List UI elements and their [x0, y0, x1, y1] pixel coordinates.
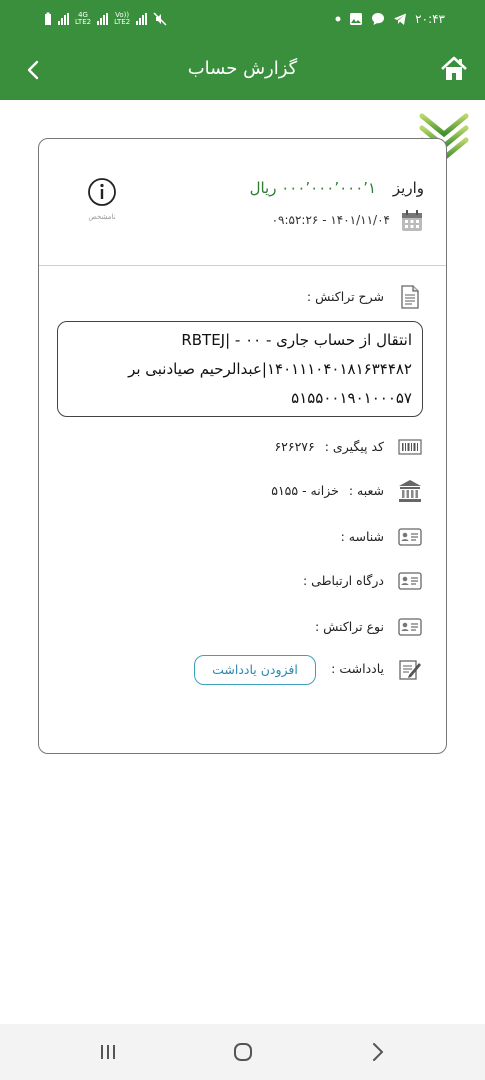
- dot-icon: [335, 16, 341, 22]
- telegram-icon: [394, 13, 407, 25]
- home-button-icon[interactable]: [229, 1038, 257, 1066]
- chat-bubble-icon: [372, 13, 385, 25]
- note-label: یادداشت :: [331, 661, 384, 676]
- system-nav-bar: [0, 1024, 485, 1080]
- status-left: 4G LTE2 Vo)) LTE2: [44, 12, 167, 26]
- gallery-icon: [350, 13, 363, 25]
- transaction-type: واریز: [392, 179, 424, 197]
- bank-icon: [399, 480, 421, 502]
- signal-bars-3-icon: [136, 13, 148, 25]
- info-icon[interactable]: [87, 177, 117, 207]
- tracking-row: کد پیگیری : ۶۲۶۲۷۶: [274, 439, 384, 454]
- network-type-1: 4G LTE2: [75, 11, 92, 26]
- tracking-label: کد پیگیری :: [324, 439, 384, 454]
- branch-row: شعبه : خزانه - ۵۱۵۵: [271, 483, 384, 498]
- branch-label: شعبه :: [348, 483, 384, 498]
- barcode-icon: [398, 439, 422, 455]
- mute-icon: [153, 12, 167, 26]
- tracking-value: ۶۲۶۲۷۶: [274, 439, 315, 454]
- document-icon: [401, 285, 419, 309]
- description-box: انتقال از حساب جاری - ۰۰ - RBTEJ| ۱۴۰۱۱۱…: [57, 321, 423, 417]
- network-type-2: Vo)) LTE2: [114, 11, 131, 26]
- gateway-label: درگاه ارتباطی :: [302, 573, 384, 588]
- id-label: شناسه :: [340, 529, 384, 544]
- calendar-icon: [402, 210, 422, 231]
- branch-value: خزانه - ۵۱۵۵: [271, 483, 339, 498]
- page-title: گزارش حساب: [187, 58, 298, 79]
- signal-bars-2-icon: [97, 13, 109, 25]
- home-icon[interactable]: [439, 54, 469, 84]
- card-divider: [39, 265, 446, 266]
- battery-icon: [45, 12, 51, 25]
- info-caption: نامشخص: [88, 213, 116, 221]
- id-card-icon: [398, 618, 422, 636]
- transaction-summary: واریز ۰۰۰٬۰۰۰٬۰۰۰٬۱ ریال: [250, 179, 424, 197]
- description-label: شرح تراکنش :: [306, 289, 384, 304]
- recent-apps-icon[interactable]: [94, 1038, 122, 1066]
- clock: ۲۰:۴۳: [415, 12, 445, 26]
- transaction-type-label: نوع تراکنش :: [314, 619, 384, 634]
- transaction-card: نامشخص واریز ۰۰۰٬۰۰۰٬۰۰۰٬۱ ریال ۱۴۰۱/۱۱/…: [38, 138, 447, 754]
- id-card-icon: [398, 528, 422, 546]
- signal-bars-icon: [58, 13, 69, 25]
- status-right: ۲۰:۴۳: [335, 12, 445, 26]
- add-note-button[interactable]: افزودن یادداشت: [194, 655, 316, 685]
- transaction-datetime: ۱۴۰۱/۱۱/۰۴ - ۰۹:۵۲:۲۶: [271, 213, 390, 227]
- back-button-icon[interactable]: [364, 1038, 392, 1066]
- id-card-icon: [398, 572, 422, 590]
- transaction-amount: ۰۰۰٬۰۰۰٬۰۰۰٬۱ ریال: [249, 179, 377, 197]
- app-toolbar: گزارش حساب: [0, 44, 485, 100]
- note-edit-icon: [399, 660, 421, 680]
- status-bar: 4G LTE2 Vo)) LTE2 ۲۰:۴۳: [0, 0, 485, 44]
